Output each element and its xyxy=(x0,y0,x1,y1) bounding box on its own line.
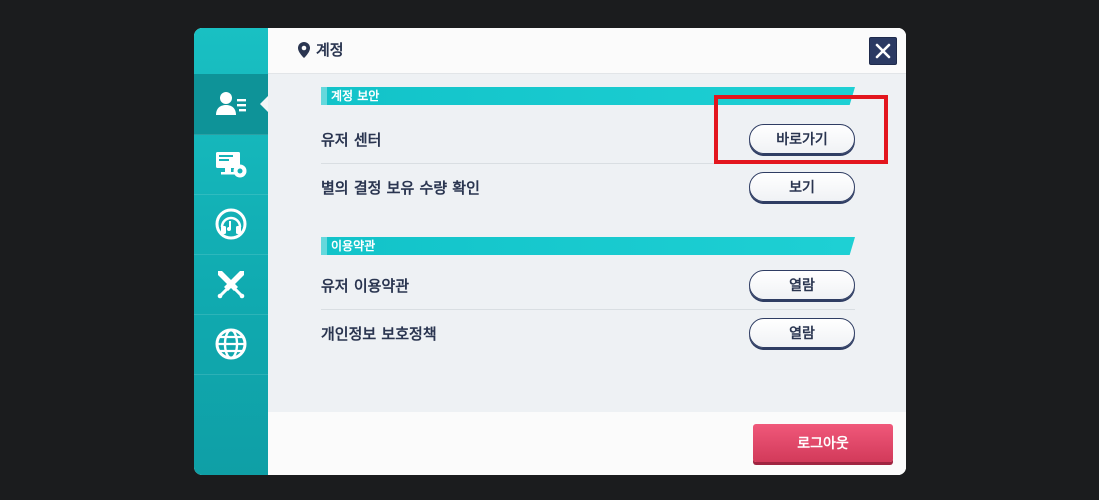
section-header-terms: 이용약관 xyxy=(321,237,855,255)
sidebar-item-language[interactable] xyxy=(194,314,268,375)
row-user-terms: 유저 이용약관 열람 xyxy=(321,261,855,310)
sidebar-item-battle[interactable] xyxy=(194,254,268,315)
row-label: 유저 이용약관 xyxy=(321,276,410,295)
highlight-box xyxy=(714,95,888,164)
row-star-crystal-check: 별의 결정 보유 수량 확인 보기 xyxy=(321,163,855,211)
headphones-icon xyxy=(215,208,247,240)
close-icon xyxy=(875,43,891,59)
account-icon xyxy=(216,92,246,115)
close-button[interactable] xyxy=(869,37,897,65)
sidebar-item-account[interactable] xyxy=(194,74,268,135)
location-pin-icon xyxy=(298,41,310,58)
crossed-swords-icon xyxy=(217,271,245,299)
row-label: 별의 결정 보유 수량 확인 xyxy=(321,178,480,197)
star-crystal-view-button[interactable]: 보기 xyxy=(749,172,855,202)
user-terms-view-button[interactable]: 열람 xyxy=(749,270,855,300)
row-label: 유저 센터 xyxy=(321,130,382,149)
row-label: 개인정보 보호정책 xyxy=(321,324,437,343)
privacy-policy-view-button[interactable]: 열람 xyxy=(749,318,855,348)
sidebar-item-system[interactable] xyxy=(194,134,268,195)
monitor-gear-icon xyxy=(216,152,247,178)
dialog-title: 계정 xyxy=(296,39,344,60)
sidebar-item-sound[interactable] xyxy=(194,194,268,255)
row-privacy-policy: 개인정보 보호정책 열람 xyxy=(321,309,855,357)
globe-icon xyxy=(215,328,247,360)
settings-sidebar xyxy=(194,28,268,475)
dialog-header: 계정 xyxy=(268,28,906,74)
dialog-title-text: 계정 xyxy=(316,41,344,59)
dialog-footer: 로그아웃 xyxy=(268,412,906,475)
logout-button[interactable]: 로그아웃 xyxy=(753,424,893,462)
